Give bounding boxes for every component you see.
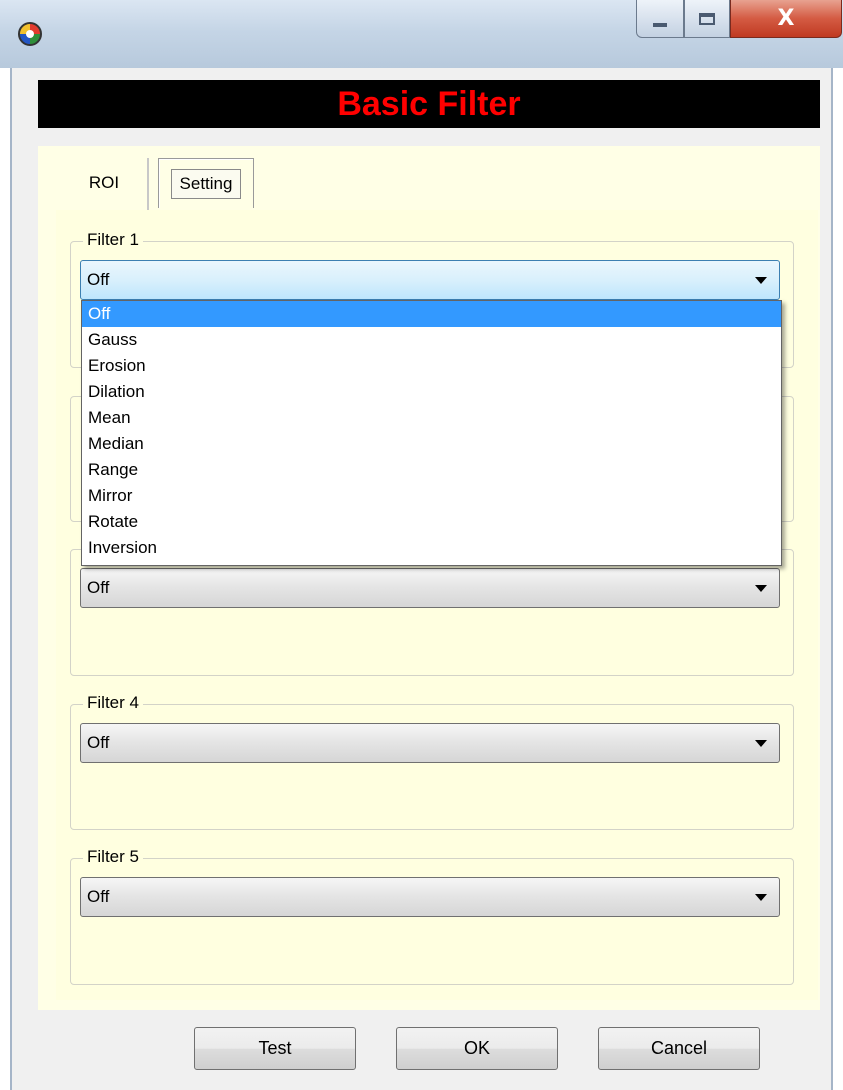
cancel-button-label: Cancel bbox=[650, 1038, 708, 1058]
filter-3-value: Off bbox=[87, 578, 110, 597]
tab-roi-label: ROI bbox=[88, 173, 120, 192]
dropdown-option-mirror[interactable]: Mirror bbox=[82, 483, 781, 509]
dropdown-option-dilation[interactable]: Dilation bbox=[82, 379, 781, 405]
title-bar[interactable]: X bbox=[0, 0, 843, 68]
close-icon: X bbox=[777, 6, 795, 31]
dialog-title: Basic Filter bbox=[337, 84, 521, 123]
filter-1-label: Filter 1 bbox=[83, 230, 143, 250]
header-bar: Basic Filter bbox=[38, 80, 820, 128]
ok-button[interactable]: OK bbox=[396, 1027, 558, 1070]
tab-setting-label: Setting bbox=[170, 168, 242, 199]
chevron-down-icon[interactable] bbox=[755, 894, 767, 901]
dropdown-option-off[interactable]: Off bbox=[82, 301, 781, 327]
filter-1-combo[interactable]: Off bbox=[80, 260, 780, 300]
dropdown-option-median[interactable]: Median bbox=[82, 431, 781, 457]
filter-4-label: Filter 4 bbox=[83, 693, 143, 713]
maximize-button[interactable] bbox=[684, 0, 730, 38]
filter-5-combo[interactable]: Off bbox=[80, 877, 780, 917]
tab-roi[interactable]: ROI bbox=[62, 158, 146, 208]
maximize-icon bbox=[699, 12, 715, 25]
chevron-down-icon[interactable] bbox=[755, 277, 767, 284]
dropdown-option-inversion[interactable]: Inversion bbox=[82, 535, 781, 561]
tab-setting[interactable]: Setting bbox=[158, 158, 254, 208]
dropdown-option-rotate[interactable]: Rotate bbox=[82, 509, 781, 535]
window-controls: X bbox=[636, 0, 843, 38]
minimize-button[interactable] bbox=[636, 0, 684, 38]
ok-button-label: OK bbox=[463, 1038, 490, 1058]
dropdown-option-mean[interactable]: Mean bbox=[82, 405, 781, 431]
tab-divider bbox=[147, 158, 149, 210]
close-button[interactable]: X bbox=[730, 0, 842, 38]
filter-4-combo[interactable]: Off bbox=[80, 723, 780, 763]
test-button-label: Test bbox=[258, 1038, 292, 1058]
filter-1-value: Off bbox=[87, 270, 110, 289]
chevron-down-icon[interactable] bbox=[755, 585, 767, 592]
filter-5-label: Filter 5 bbox=[83, 847, 143, 867]
minimize-icon bbox=[653, 22, 667, 27]
filter-3-combo[interactable]: Off bbox=[80, 568, 780, 608]
dropdown-option-erosion[interactable]: Erosion bbox=[82, 353, 781, 379]
filter-1-dropdown-list[interactable]: Off Gauss Erosion Dilation Mean Median R… bbox=[81, 300, 782, 566]
chevron-down-icon[interactable] bbox=[755, 740, 767, 747]
filter-4-value: Off bbox=[87, 733, 110, 752]
dropdown-option-range[interactable]: Range bbox=[82, 457, 781, 483]
app-globe-icon[interactable] bbox=[18, 22, 42, 46]
dropdown-option-gauss[interactable]: Gauss bbox=[82, 327, 781, 353]
test-button[interactable]: Test bbox=[194, 1027, 356, 1070]
filter-5-value: Off bbox=[87, 887, 110, 906]
cancel-button[interactable]: Cancel bbox=[598, 1027, 760, 1070]
